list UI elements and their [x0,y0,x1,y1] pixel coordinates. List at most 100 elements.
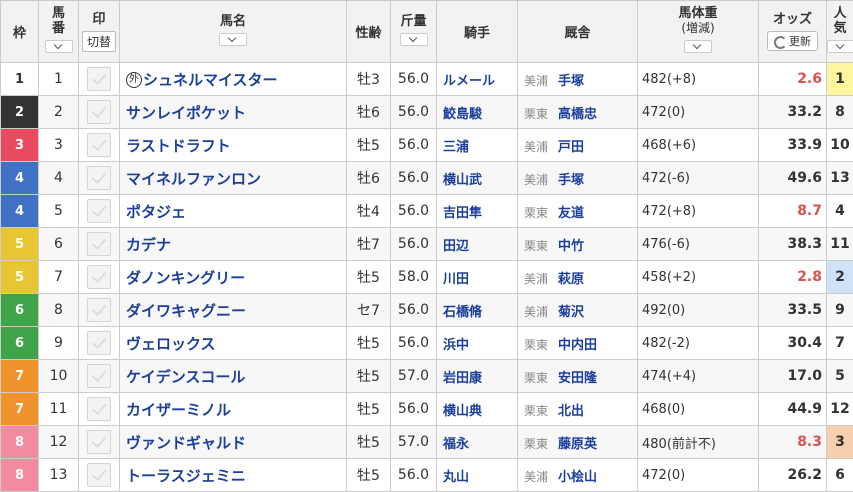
mark-checkbox[interactable] [87,67,111,91]
horse-name-cell[interactable]: カデナ [120,228,347,261]
mark-checkbox[interactable] [87,232,111,256]
header-kinryo[interactable]: 斤量 [391,1,437,63]
jockey-cell[interactable]: 三浦 [437,129,518,162]
mark-checkbox[interactable] [87,265,111,289]
table-row: 44マイネルファンロン牡656.0横山武美浦手塚472(-6)49.613 [1,162,853,195]
jockey-cell[interactable]: 福永 [437,426,518,459]
umaban-cell: 7 [39,261,79,294]
mark-checkbox[interactable] [87,133,111,157]
jockey-cell[interactable]: 横山典 [437,393,518,426]
horse-name-cell[interactable]: トーラスジェミニ [120,459,347,492]
jockey-cell[interactable]: 浜中 [437,327,518,360]
trainer-name-link[interactable]: 菊沢 [558,305,584,320]
horse-name-link[interactable]: ポタジェ [126,203,186,221]
trainer-name-link[interactable]: 手塚 [558,74,584,89]
jockey-cell[interactable]: 吉田隼 [437,195,518,228]
mark-checkbox[interactable] [87,199,111,223]
horse-name-link[interactable]: ヴァンドギャルド [126,434,246,452]
trainer-name-link[interactable]: 中内田 [558,338,597,353]
trainer-name-link[interactable]: 手塚 [558,173,584,188]
horse-name-link[interactable]: サンレイポケット [126,104,246,122]
horse-name-link[interactable]: ダイワキャグニー [126,302,246,320]
trainer-name-link[interactable]: 藤原英 [558,437,597,452]
mark-checkbox[interactable] [87,463,111,487]
sort-kinryo-button[interactable] [400,33,428,46]
trainer-name-link[interactable]: 小桧山 [558,470,597,485]
horse-name-cell[interactable]: ヴェロックス [120,327,347,360]
horse-name-link[interactable]: ヴェロックス [126,335,216,353]
kinryo-cell: 56.0 [391,63,437,96]
trainer-name-link[interactable]: 中竹 [558,239,584,254]
sex-age-cell: 牡5 [347,393,391,426]
horse-name-cell[interactable]: 外シュネルマイスター [120,63,347,96]
trainer-area: 美浦 [524,173,548,187]
trainer-name-link[interactable]: 戸田 [558,140,584,155]
horse-weight-cell: 472(0) [638,459,759,492]
sex-age-cell: 牡5 [347,459,391,492]
trainer-area: 栗東 [524,206,548,220]
popularity-cell: 4 [827,195,853,228]
horse-name-cell[interactable]: ケイデンスコール [120,360,347,393]
mark-checkbox[interactable] [87,298,111,322]
popularity-cell: 9 [827,294,853,327]
horse-name-cell[interactable]: ダノンキングリー [120,261,347,294]
mark-checkbox[interactable] [87,331,111,355]
trainer-name-link[interactable]: 北出 [558,404,584,419]
umaban-cell: 11 [39,393,79,426]
horse-name-link[interactable]: ダノンキングリー [126,269,245,287]
kinryo-cell: 56.0 [391,294,437,327]
sort-umaban-button[interactable] [45,40,73,53]
header-weight[interactable]: 馬体重 (増減) [638,1,759,63]
horse-name-link[interactable]: カデナ [126,236,171,254]
jockey-cell[interactable]: 川田 [437,261,518,294]
horse-name-cell[interactable]: ヴァンドギャルド [120,426,347,459]
horse-name-cell[interactable]: サンレイポケット [120,96,347,129]
jockey-cell[interactable]: 岩田康 [437,360,518,393]
sort-popularity-button[interactable] [827,40,853,53]
trainer-cell: 栗東北出 [518,393,638,426]
horse-name-link[interactable]: シュネルマイスター [143,71,278,89]
mark-checkbox[interactable] [87,430,111,454]
header-umaban[interactable]: 馬 番 [39,1,79,63]
horse-name-cell[interactable]: カイザーミノル [120,393,347,426]
trainer-area: 美浦 [524,470,548,484]
mark-checkbox[interactable] [87,397,111,421]
mark-checkbox[interactable] [87,166,111,190]
horse-name-link[interactable]: マイネルファンロン [126,170,261,188]
horse-name-cell[interactable]: ラストドラフト [120,129,347,162]
horse-name-link[interactable]: トーラスジェミニ [126,467,246,485]
jockey-cell[interactable]: 丸山 [437,459,518,492]
jockey-cell[interactable]: 横山武 [437,162,518,195]
trainer-name-link[interactable]: 高橋忠 [558,107,597,122]
sort-weight-button[interactable] [684,40,712,53]
horse-name-cell[interactable]: ポタジェ [120,195,347,228]
mark-switch-button[interactable]: 切替 [82,31,116,52]
jockey-cell[interactable]: ルメール [437,63,518,96]
horse-name-cell[interactable]: マイネルファンロン [120,162,347,195]
mark-checkbox[interactable] [87,100,111,124]
jockey-cell[interactable]: 田辺 [437,228,518,261]
refresh-odds-button[interactable]: 更新 [767,31,818,51]
mark-cell [79,129,120,162]
header-horse[interactable]: 馬名 [120,1,347,63]
trainer-name-link[interactable]: 安田隆 [558,371,597,386]
mark-checkbox[interactable] [87,364,111,388]
jockey-cell[interactable]: 石橋脩 [437,294,518,327]
horse-name-link[interactable]: カイザーミノル [126,401,231,419]
waku-cell: 3 [1,129,39,162]
umaban-cell: 1 [39,63,79,96]
header-waku: 枠 [1,1,39,63]
trainer-area: 栗東 [524,437,548,451]
horse-name-link[interactable]: ケイデンスコール [126,368,245,386]
trainer-cell: 美浦菊沢 [518,294,638,327]
horse-name-cell[interactable]: ダイワキャグニー [120,294,347,327]
jockey-cell[interactable]: 鮫島駿 [437,96,518,129]
trainer-name-link[interactable]: 萩原 [558,272,584,287]
trainer-name-link[interactable]: 友道 [558,206,584,221]
kinryo-cell: 56.0 [391,393,437,426]
umaban-cell: 5 [39,195,79,228]
header-popularity[interactable]: 人 気 [827,1,853,63]
horse-weight-cell: 480(前計不) [638,426,759,459]
horse-name-link[interactable]: ラストドラフト [126,137,231,155]
sort-horse-button[interactable] [219,33,247,46]
